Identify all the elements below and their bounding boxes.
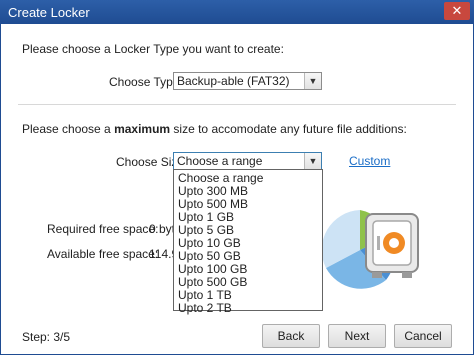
option-100gb[interactable]: Upto 100 GB xyxy=(178,262,247,276)
custom-link[interactable]: Custom xyxy=(349,154,390,168)
option-500mb[interactable]: Upto 500 MB xyxy=(178,197,248,211)
cancel-button[interactable]: Cancel xyxy=(394,324,452,348)
type-prompt: Please choose a Locker Type you want to … xyxy=(22,42,284,56)
option-1gb[interactable]: Upto 1 GB xyxy=(178,210,234,224)
choose-type-label: Choose Type: xyxy=(109,75,183,89)
back-button[interactable]: Back xyxy=(262,324,320,348)
option-500gb[interactable]: Upto 500 GB xyxy=(178,275,247,289)
required-space-value: 0 byt xyxy=(149,222,176,236)
option-choose-range[interactable]: Choose a range xyxy=(178,171,263,185)
window-title: Create Locker xyxy=(8,5,90,20)
next-button[interactable]: Next xyxy=(328,324,386,348)
option-10gb[interactable]: Upto 10 GB xyxy=(178,236,241,250)
safe-icon xyxy=(365,213,419,278)
required-space-label: Required free space: xyxy=(47,222,159,236)
option-5gb[interactable]: Upto 5 GB xyxy=(178,223,234,237)
option-2tb[interactable]: Upto 2 TB xyxy=(178,301,232,315)
type-select-value: Backup-able (FAT32) xyxy=(177,74,290,88)
option-50gb[interactable]: Upto 50 GB xyxy=(178,249,241,263)
type-select[interactable]: Backup-able (FAT32) ▼ xyxy=(173,72,322,90)
chevron-down-icon: ▼ xyxy=(304,73,321,89)
step-indicator: Step: 3/5 xyxy=(22,330,71,344)
close-button[interactable]: ✕ xyxy=(444,2,470,20)
size-select-value: Choose a range xyxy=(177,154,263,168)
size-prompt: Please choose a maximum size to accomoda… xyxy=(22,122,407,136)
option-300mb[interactable]: Upto 300 MB xyxy=(178,184,248,198)
section-divider xyxy=(18,104,456,105)
locker-graphic xyxy=(321,210,419,289)
chevron-down-icon: ▼ xyxy=(304,153,321,169)
size-select[interactable]: Choose a range ▼ xyxy=(173,152,322,170)
available-space-label: Available free space: xyxy=(47,247,159,261)
option-1tb[interactable]: Upto 1 TB xyxy=(178,288,232,302)
title-bar: Create Locker ✕ xyxy=(0,0,474,24)
size-dropdown-list[interactable]: Choose a range Upto 300 MB Upto 500 MB U… xyxy=(173,169,323,315)
